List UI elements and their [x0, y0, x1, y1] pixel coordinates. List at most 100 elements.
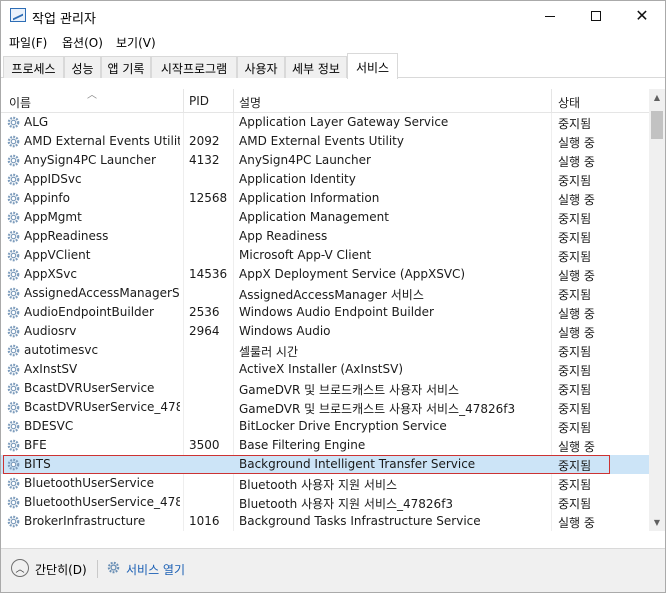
maximize-button[interactable] [573, 1, 619, 31]
minimize-button[interactable] [527, 1, 573, 31]
menu-options[interactable]: 옵션(O) [62, 34, 103, 51]
table-row[interactable]: autotimesvc 셀룰러 시간 중지됨 [1, 341, 649, 360]
service-name: AppVClient [24, 248, 91, 262]
service-gear-icon [7, 401, 20, 414]
services-list[interactable]: ︿ 이름 PID 설명 상태 ALG Application Layer Gate… [1, 89, 649, 531]
service-gear-icon [7, 477, 20, 490]
service-gear-icon [7, 287, 20, 300]
table-row[interactable]: ALG Application Layer Gateway Service 중지됨 [1, 113, 649, 132]
column-header-description[interactable]: 설명 [239, 94, 261, 111]
service-rows: ALG Application Layer Gateway Service 중지됨 A… [1, 113, 649, 531]
collapse-button[interactable]: ︿ [11, 559, 29, 577]
table-row[interactable]: Appinfo 12568 Application Information 실행 중 [1, 189, 649, 208]
table-row[interactable]: AMD External Events Utility 2092 AMD Exter… [1, 132, 649, 151]
service-gear-icon [7, 211, 20, 224]
service-gear-icon [7, 116, 20, 129]
tab-performance[interactable]: 성능 [64, 56, 101, 78]
service-status: 중지됨 [558, 364, 592, 378]
header-divider[interactable] [233, 89, 234, 113]
table-row[interactable]: BluetoothUserService_478... Bluetooth 사용자… [1, 493, 649, 512]
task-manager-icon [10, 8, 26, 22]
service-status: 실행 중 [558, 136, 595, 150]
window-title: 작업 관리자 [32, 12, 96, 27]
service-name: AnySign4PC Launcher [24, 153, 156, 167]
service-status: 중지됨 [558, 117, 592, 131]
close-button[interactable]: ✕ [619, 1, 665, 31]
chevron-up-icon: ︿ [15, 564, 25, 575]
service-name: BluetoothUserService_478... [24, 495, 180, 509]
table-row-selected[interactable]: BITS Background Intelligent Transfer Serv… [1, 455, 649, 474]
service-gear-icon [7, 420, 20, 433]
service-description: AMD External Events Utility [239, 134, 404, 148]
table-row[interactable]: AnySign4PC Launcher 4132 AnySign4PC Launch… [1, 151, 649, 170]
service-name: BluetoothUserService [24, 476, 154, 490]
sort-ascending-icon: ︿ [87, 90, 97, 101]
service-status: 중지됨 [558, 383, 592, 397]
tab-users[interactable]: 사용자 [237, 56, 285, 78]
service-description: Microsoft App-V Client [239, 248, 372, 262]
service-gear-icon [7, 268, 20, 281]
column-header-pid[interactable]: PID [189, 94, 209, 108]
menu-file[interactable]: 파일(F) [9, 34, 47, 51]
service-description: Application Layer Gateway Service [239, 115, 449, 129]
tab-app-history[interactable]: 앱 기록 [101, 56, 151, 78]
service-name: BITS [24, 457, 51, 471]
table-row[interactable]: BcastDVRUserService_478... GameDVR 및 브로드캐… [1, 398, 649, 417]
column-header-name[interactable]: 이름 [9, 94, 31, 111]
service-name: BcastDVRUserService_478... [24, 400, 180, 414]
service-status: 실행 중 [558, 155, 595, 169]
service-pid: 2092 [189, 134, 220, 148]
menu-view[interactable]: 보기(V) [116, 34, 156, 51]
table-row[interactable]: AppVClient Microsoft App-V Client 중지됨 [1, 246, 649, 265]
service-pid: 3500 [189, 438, 220, 452]
service-pid: 2964 [189, 324, 220, 338]
tab-strip: 프로세스 성능 앱 기록 시작프로그램 사용자 세부 정보 서비스 [1, 53, 665, 79]
table-row[interactable]: AppReadiness App Readiness 중지됨 [1, 227, 649, 246]
tab-details[interactable]: 세부 정보 [285, 56, 347, 78]
service-gear-icon [7, 173, 20, 186]
table-row[interactable]: AppIDSvc Application Identity 중지됨 [1, 170, 649, 189]
tab-startup[interactable]: 시작프로그램 [151, 56, 237, 78]
scroll-down-button[interactable]: ▼ [649, 514, 665, 531]
service-description: Bluetooth 사용자 지원 서비스 [239, 478, 398, 492]
service-status: 중지됨 [558, 459, 592, 473]
footer-bar: ︿ 간단히(D) 서비스 열기 [1, 548, 665, 592]
service-status: 중지됨 [558, 288, 592, 302]
vertical-scrollbar[interactable]: ▲ ▼ [649, 89, 665, 531]
header-divider[interactable] [183, 89, 184, 113]
open-services-label[interactable]: 서비스 열기 [126, 561, 185, 578]
service-status: 실행 중 [558, 269, 595, 283]
tab-processes[interactable]: 프로세스 [3, 56, 64, 78]
table-row[interactable]: BluetoothUserService Bluetooth 사용자 지원 서비스… [1, 474, 649, 493]
table-row[interactable]: Audiosrv 2964 Windows Audio 실행 중 [1, 322, 649, 341]
scroll-up-button[interactable]: ▲ [649, 89, 665, 106]
service-pid: 2536 [189, 305, 220, 319]
service-status: 실행 중 [558, 193, 595, 207]
table-row[interactable]: BFE 3500 Base Filtering Engine 실행 중 [1, 436, 649, 455]
close-icon: ✕ [635, 6, 649, 25]
column-header-status[interactable]: 상태 [558, 94, 580, 111]
service-name: ALG [24, 115, 49, 129]
service-name: BrokerInfrastructure [24, 514, 146, 528]
table-row[interactable]: AppMgmt Application Management 중지됨 [1, 208, 649, 227]
table-row[interactable]: BcastDVRUserService GameDVR 및 브로드캐스트 사용자 … [1, 379, 649, 398]
scrollbar-thumb[interactable] [651, 111, 663, 139]
service-gear-icon [7, 154, 20, 167]
service-name: AppXSvc [24, 267, 77, 281]
service-gear-icon [7, 192, 20, 205]
table-row[interactable]: BDESVC BitLocker Drive Encryption Service… [1, 417, 649, 436]
table-row[interactable]: BrokerInfrastructure 1016 Background Tasks… [1, 512, 649, 531]
collapse-link[interactable]: 간단히(D) [35, 561, 87, 578]
tab-services[interactable]: 서비스 [347, 53, 398, 79]
table-row[interactable]: AppXSvc 14536 AppX Deployment Service (App… [1, 265, 649, 284]
service-name: AppMgmt [24, 210, 82, 224]
service-name: AxInstSV [24, 362, 78, 376]
maximize-icon [591, 11, 601, 21]
table-row[interactable]: AudioEndpointBuilder 2536 Windows Audio En… [1, 303, 649, 322]
footer-divider [97, 560, 98, 578]
table-row[interactable]: AssignedAccessManagerSvc AssignedAccessMa… [1, 284, 649, 303]
header-divider[interactable] [551, 89, 552, 113]
service-description: Application Identity [239, 172, 356, 186]
table-row[interactable]: AxInstSV ActiveX Installer (AxInstSV) 중지됨 [1, 360, 649, 379]
title-bar[interactable]: 작업 관리자 ✕ [1, 1, 665, 31]
